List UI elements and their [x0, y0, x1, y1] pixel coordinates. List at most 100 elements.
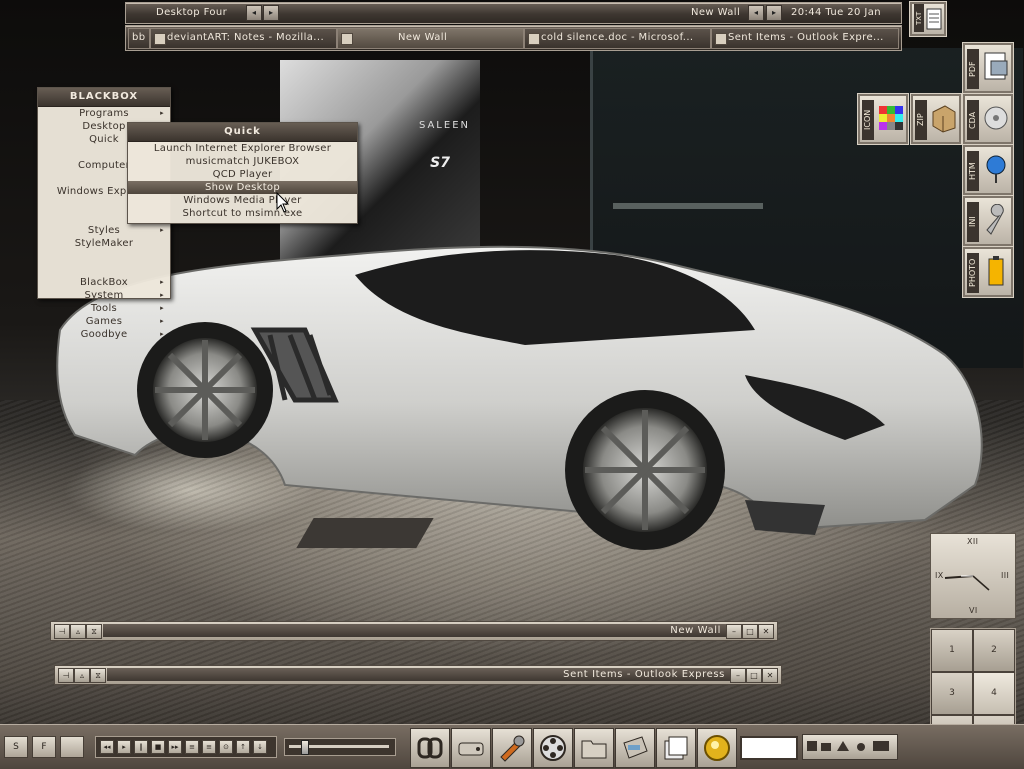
desktop-icon-txt[interactable]: TXT: [909, 1, 947, 37]
desktop-icon-photo[interactable]: PHOTO: [962, 246, 1014, 298]
dock-launcher-link[interactable]: [410, 728, 450, 768]
submenu-arrow-icon: ▸: [160, 291, 164, 299]
dock-launcher-power[interactable]: [697, 728, 737, 768]
menu-item[interactable]: System ▸: [38, 289, 170, 302]
window-shade-icon[interactable]: ▵: [70, 624, 86, 639]
analog-clock: XII III VI IX: [930, 533, 1016, 619]
media-control-button[interactable]: ■: [151, 740, 165, 754]
window-label[interactable]: New Wall: [691, 7, 740, 18]
dock-button-f[interactable]: F: [32, 736, 56, 758]
window-pin-icon[interactable]: ⊣: [54, 624, 70, 639]
media-control-button[interactable]: ▸▸: [168, 740, 182, 754]
dock-button-s[interactable]: S: [4, 736, 28, 758]
window-bar-outlook[interactable]: ⊣ ▵ ⧖ Sent Items - Outlook Express – □ ✕: [54, 665, 782, 685]
icon-tag: HTM: [967, 151, 979, 191]
close-icon[interactable]: ✕: [762, 668, 778, 683]
window-title: Sent Items - Outlook Express: [107, 668, 731, 681]
window-next-button[interactable]: ▸: [766, 5, 782, 21]
desktop-icon-icon[interactable]: ICON: [857, 93, 909, 145]
task-new-wall[interactable]: New Wall: [337, 28, 524, 49]
clock-label[interactable]: 20:44 Tue 20 Jan: [791, 7, 881, 18]
minimize-icon[interactable]: –: [726, 624, 742, 639]
menu-item[interactable]: Programs ▸: [38, 107, 170, 120]
close-icon[interactable]: ✕: [758, 624, 774, 639]
quick-menu-item[interactable]: QCD Player: [128, 168, 357, 181]
workspace-next-button[interactable]: ▸: [263, 5, 279, 21]
dock-launcher-documents[interactable]: [656, 728, 696, 768]
media-control-button[interactable]: ‖: [134, 740, 148, 754]
scanner-icon: [623, 736, 648, 759]
window-collapse-icon[interactable]: ⧖: [86, 624, 102, 639]
volume-thumb[interactable]: [301, 740, 309, 755]
bb-button[interactable]: bb: [128, 28, 150, 49]
quick-menu-item[interactable]: Windows Media Player: [128, 194, 357, 207]
pager-desktop-3[interactable]: 3: [931, 672, 973, 715]
maximize-icon[interactable]: □: [746, 668, 762, 683]
menu-item[interactable]: Tools ▸: [38, 302, 170, 315]
bottom-dock: S F ◂◂ ▸ ‖ ■ ▸▸ ≡ ≡ ⊙ ↑ ↓: [0, 724, 1024, 769]
pager-desktop-2[interactable]: 2: [973, 629, 1015, 672]
submenu-arrow-icon: ▸: [160, 278, 164, 286]
media-control-button[interactable]: ≡: [202, 740, 216, 754]
menu-item-label: Programs: [79, 108, 129, 119]
blackbox-menu-title: BLACKBOX: [38, 88, 170, 107]
quick-menu-item[interactable]: Launch Internet Explorer Browser: [128, 142, 357, 155]
quick-menu-item[interactable]: Show Desktop: [128, 181, 357, 194]
task-mozilla[interactable]: deviantART: Notes - Mozilla...: [150, 28, 337, 49]
dock-launcher-tools[interactable]: [492, 728, 532, 768]
menu-item[interactable]: Styles ▸: [38, 224, 170, 237]
quick-submenu-title: Quick: [128, 123, 357, 142]
mail-icon: [715, 33, 727, 45]
media-control-button[interactable]: ◂◂: [100, 740, 114, 754]
package-icon: [932, 105, 956, 133]
window-pin-icon[interactable]: ⊣: [58, 668, 74, 683]
wrench-icon: [986, 204, 1004, 235]
media-control-button[interactable]: ↓: [253, 740, 267, 754]
film-reel-icon: [540, 735, 566, 761]
media-control-button[interactable]: ⊙: [219, 740, 233, 754]
desktop-icon-cda[interactable]: CDA: [962, 93, 1014, 145]
maximize-icon[interactable]: □: [742, 624, 758, 639]
pager-desktop-4[interactable]: 4: [973, 672, 1015, 715]
menu-item[interactable]: StyleMaker: [38, 237, 170, 250]
dock-window-icon[interactable]: [60, 736, 84, 758]
document-icon: [528, 33, 540, 45]
workspace-prev-button[interactable]: ◂: [246, 5, 262, 21]
menu-separator: [38, 263, 170, 276]
window-shade-icon[interactable]: ▵: [74, 668, 90, 683]
chain-link-icon: [417, 737, 443, 759]
dock-launcher-film[interactable]: [533, 728, 573, 768]
minimize-icon[interactable]: –: [730, 668, 746, 683]
window-collapse-icon[interactable]: ⧖: [90, 668, 106, 683]
media-control-button[interactable]: ↑: [236, 740, 250, 754]
menu-item[interactable]: Goodbye ▸: [38, 328, 170, 341]
desktop-icon-htm[interactable]: HTM: [962, 144, 1014, 196]
task-label: Sent Items - Outlook Expre...: [728, 32, 884, 43]
quick-menu-item[interactable]: Shortcut to msimn.exe: [128, 207, 357, 220]
menu-separator: [38, 250, 170, 263]
media-control-button[interactable]: ≡: [185, 740, 199, 754]
volume-slider[interactable]: [284, 738, 396, 756]
desktop-icon-pdf[interactable]: PDF: [962, 42, 1014, 94]
task-outlook[interactable]: Sent Items - Outlook Expre...: [711, 28, 899, 49]
taskbar: bb deviantART: Notes - Mozilla... New Wa…: [125, 25, 902, 51]
dock-launcher-folder[interactable]: [574, 728, 614, 768]
window-prev-button[interactable]: ◂: [748, 5, 764, 21]
quick-submenu-items: Launch Internet Explorer Browser musicmat…: [128, 142, 357, 220]
desktop-icon-ini[interactable]: INI: [962, 195, 1014, 247]
menu-item[interactable]: BlackBox ▸: [38, 276, 170, 289]
submenu-arrow-icon: ▸: [160, 109, 164, 117]
media-control-button[interactable]: ▸: [117, 740, 131, 754]
dock-text-field[interactable]: [740, 736, 798, 760]
workspace-label[interactable]: Desktop Four: [156, 7, 227, 18]
dock-launcher-drive[interactable]: [451, 728, 491, 768]
desktop-icon-zip[interactable]: ZIP: [910, 93, 962, 145]
window-bar-new-wall[interactable]: ⊣ ▵ ⧖ New Wall – □ ✕: [50, 621, 778, 641]
icon-tag: INI: [967, 202, 979, 242]
menu-item[interactable]: Games ▸: [38, 315, 170, 328]
icon-tag: TXT: [914, 4, 924, 32]
quick-menu-item[interactable]: musicmatch JUKEBOX: [128, 155, 357, 168]
pager-desktop-1[interactable]: 1: [931, 629, 973, 672]
dock-launcher-scanner[interactable]: [615, 728, 655, 768]
task-word-document[interactable]: cold silence.doc - Microsof...: [524, 28, 711, 49]
